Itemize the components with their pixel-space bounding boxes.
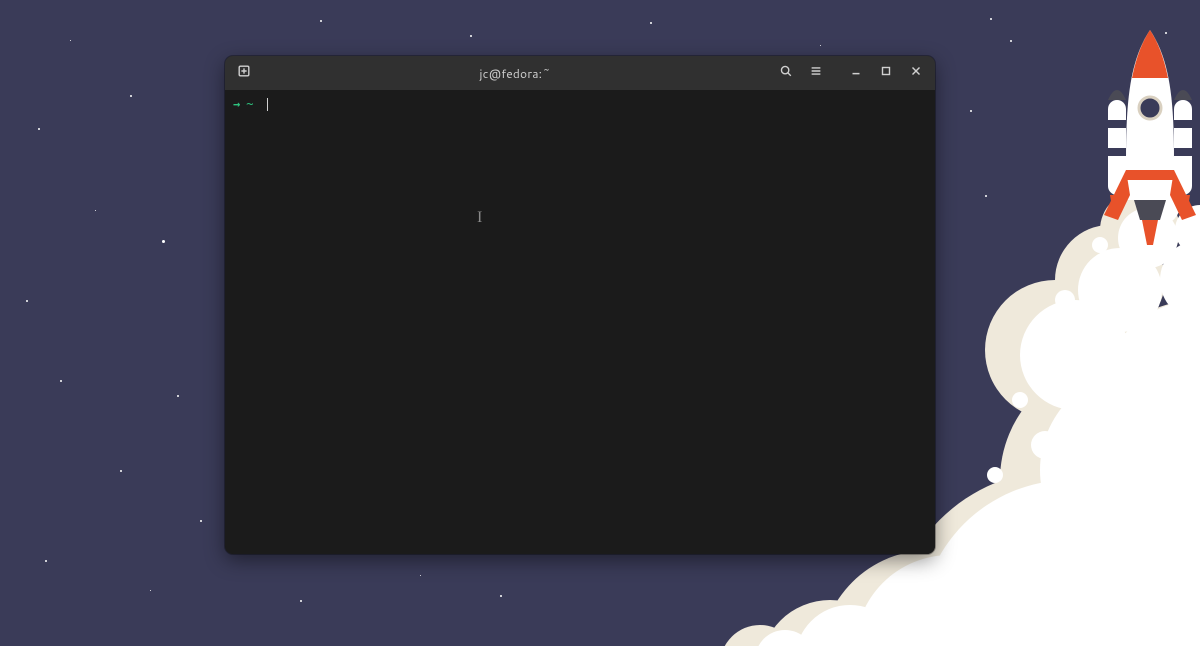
star <box>1165 32 1167 34</box>
hamburger-icon <box>809 64 823 82</box>
maximize-button[interactable] <box>873 60 899 86</box>
prompt-arrow: → <box>233 96 240 112</box>
window-title: jc@fedora:~ <box>261 65 769 82</box>
mouse-ibeam-cursor: I <box>477 210 482 226</box>
text-cursor <box>267 98 268 111</box>
maximize-icon <box>879 64 893 82</box>
minimize-button[interactable] <box>843 60 869 86</box>
prompt-path: ~ <box>246 96 253 112</box>
star <box>820 45 821 46</box>
star <box>200 520 202 522</box>
prompt-line: → ~ <box>233 96 927 112</box>
star <box>470 35 472 37</box>
star <box>26 300 28 302</box>
star <box>150 590 151 591</box>
titlebar[interactable]: jc@fedora:~ <box>225 56 935 90</box>
star <box>650 22 652 24</box>
new-tab-icon <box>237 64 251 82</box>
star <box>500 595 502 597</box>
new-tab-button[interactable] <box>231 60 257 86</box>
minimize-icon <box>849 64 863 82</box>
star <box>95 210 96 211</box>
star <box>45 560 47 562</box>
search-button[interactable] <box>773 60 799 86</box>
terminal-window[interactable]: jc@fedora:~ → <box>225 56 935 554</box>
star <box>177 395 179 397</box>
search-icon <box>779 64 793 82</box>
close-icon <box>909 64 923 82</box>
star <box>60 380 62 382</box>
star <box>420 575 421 576</box>
star <box>300 600 302 602</box>
star <box>320 20 322 22</box>
star <box>130 95 132 97</box>
star <box>990 18 992 20</box>
star <box>985 195 987 197</box>
star <box>970 110 972 112</box>
star <box>38 128 40 130</box>
star <box>162 240 165 243</box>
star <box>70 40 71 41</box>
menu-button[interactable] <box>803 60 829 86</box>
close-button[interactable] <box>903 60 929 86</box>
star <box>1010 40 1012 42</box>
terminal-body[interactable]: → ~ I <box>225 90 935 554</box>
star <box>120 470 122 472</box>
